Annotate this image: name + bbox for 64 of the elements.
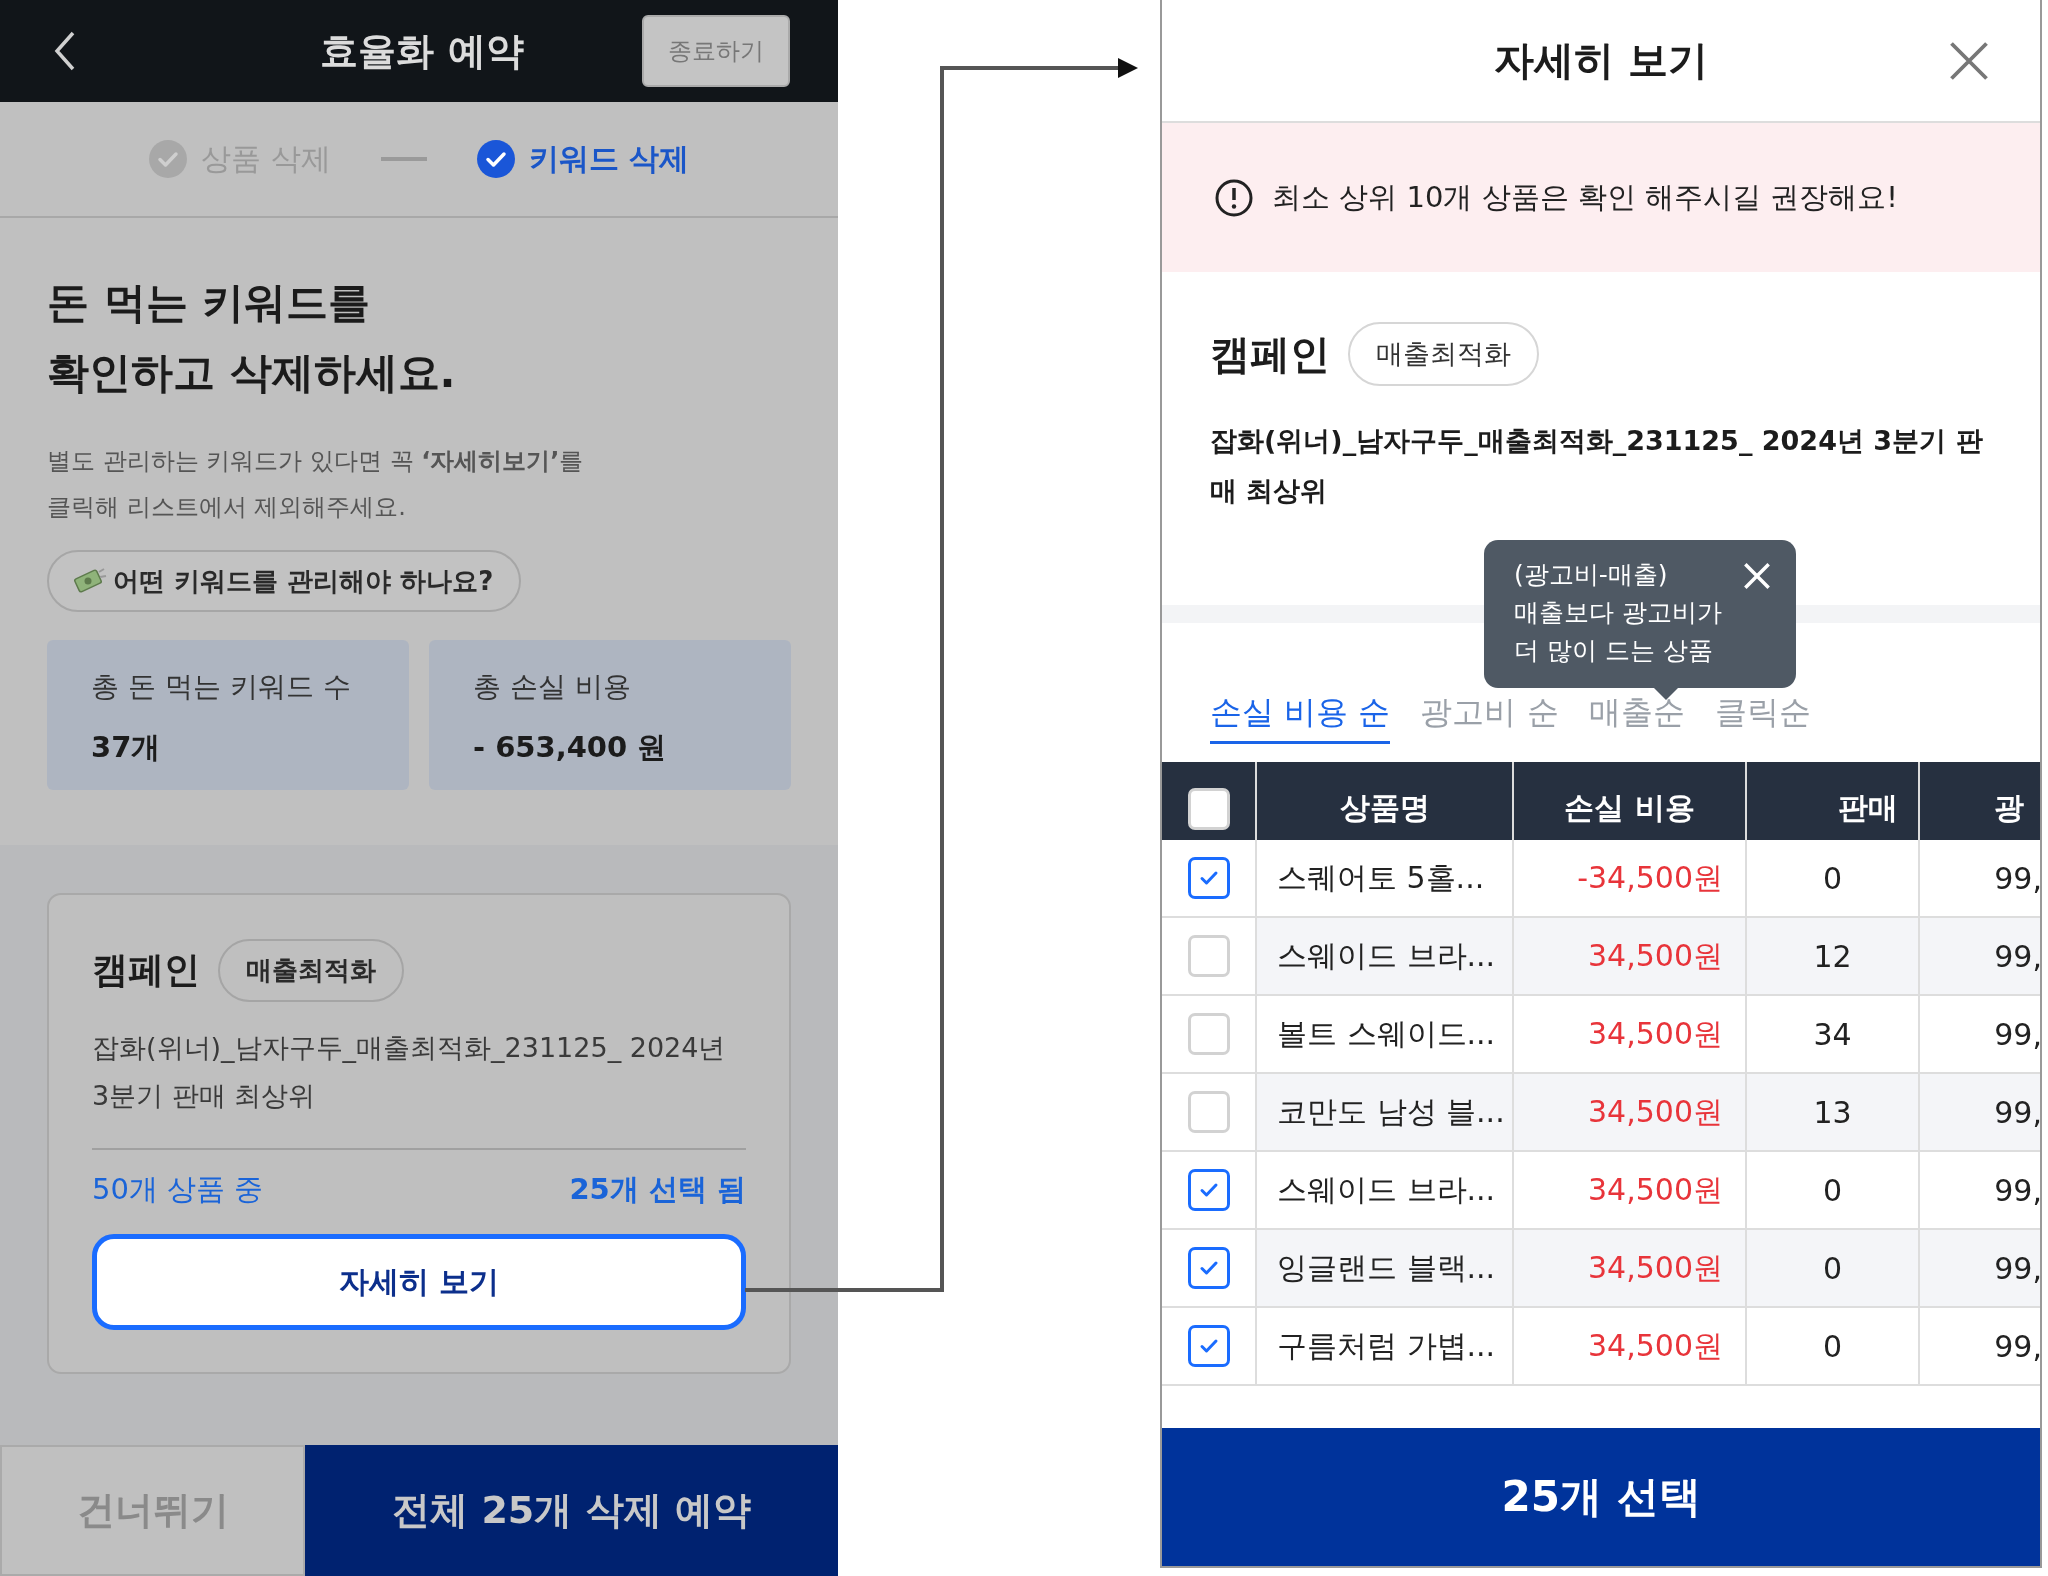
help-button[interactable]: 어떤 키워드를 관리해야 하나요? xyxy=(47,550,522,612)
step-label: 키워드 삭제 xyxy=(528,139,689,178)
row-checkbox[interactable] xyxy=(1187,857,1230,899)
campaign-name: 잡화(위너)_남자구두_매출최적화_231125_ 2024년 3분기 판매 최상위 xyxy=(1210,424,1984,508)
close-icon xyxy=(1948,40,1990,82)
stat-label: 총 손실 비용 xyxy=(473,669,632,705)
table-cell: 0 xyxy=(1747,1152,1920,1230)
table-cell: 13 xyxy=(1747,1074,1920,1152)
table-cell: 34 xyxy=(1747,996,1920,1074)
table-cell: 스웨이드 브라... xyxy=(1257,1152,1514,1230)
close-button[interactable] xyxy=(1948,40,1990,82)
sort-tab[interactable]: 손실 비용 순 xyxy=(1210,691,1391,744)
table-cell: 볼트 스웨이드... xyxy=(1257,996,1514,1074)
table-cell: 0 xyxy=(1747,840,1920,918)
table-cell: 99, xyxy=(1920,840,2040,918)
sort-tab[interactable]: 광고비 순 xyxy=(1420,691,1559,744)
campaign-tag: 매출최적화 xyxy=(1348,322,1539,386)
table-cell: 34,500원 xyxy=(1514,918,1747,996)
confirm-button[interactable]: 전체 25개 삭제 예약 xyxy=(305,1445,838,1576)
description: 별도 관리하는 키워드가 있다면 꼭 ‘자세히보기’를 클릭해 리스트에서 제외해주세요. xyxy=(47,446,585,523)
selected-count: 25개 선택 됨 xyxy=(569,1171,746,1208)
table-cell: 34,500원 xyxy=(1514,1230,1747,1308)
table-cell: 34,500원 xyxy=(1514,1074,1747,1152)
table-cell: 스퀘어토 5홀... xyxy=(1257,840,1514,918)
close-icon xyxy=(1743,562,1771,590)
table-cell: 34,500원 xyxy=(1514,1308,1747,1386)
product-total: 50개 상품 중 xyxy=(92,1171,264,1208)
select-all-checkbox[interactable] xyxy=(1187,787,1230,830)
warning-icon xyxy=(1214,177,1254,218)
table-cell: 99, xyxy=(1920,918,2040,996)
campaign-name: 잡화(위너)_남자구두_매출최적화_231125_ 2024년 3분기 판매 최상위 xyxy=(92,1031,727,1113)
sort-tab[interactable]: 클릭순 xyxy=(1714,691,1811,744)
table-cell: 99, xyxy=(1920,1074,2040,1152)
select-button[interactable]: 25개 선택 xyxy=(1162,1428,2040,1566)
stat-label: 총 돈 먹는 키워드 수 xyxy=(91,669,352,705)
stat-value: - 653,400 원 xyxy=(473,729,668,766)
table-cell: 스웨이드 브라... xyxy=(1257,918,1514,996)
table-cell: 코만도 남성 블... xyxy=(1257,1074,1514,1152)
row-checkbox[interactable] xyxy=(1187,1247,1230,1289)
campaign-tag: 매출최적화 xyxy=(218,939,404,1002)
table-cell: 12 xyxy=(1747,918,1920,996)
back-icon[interactable] xyxy=(54,31,76,71)
heading: 돈 먹는 키워드를 확인하고 삭제하세요. xyxy=(47,277,457,399)
table-cell: 34,500원 xyxy=(1514,1152,1747,1230)
campaign-label: 캠페인 xyxy=(1210,329,1330,379)
tooltip-text: (광고비-매출) 매출보다 광고비가 더 많이 드는 상품 xyxy=(1514,559,1723,667)
table-cell: -34,500원 xyxy=(1514,840,1747,918)
detail-button[interactable]: 자세히 보기 xyxy=(92,1234,746,1330)
table-cell: 34,500원 xyxy=(1514,996,1747,1074)
table-cell: 0 xyxy=(1747,1308,1920,1386)
table-cell: 0 xyxy=(1747,1230,1920,1308)
row-checkbox[interactable] xyxy=(1187,1325,1230,1367)
money-icon xyxy=(73,566,107,596)
tooltip-close-button[interactable] xyxy=(1742,562,1772,592)
screen-title: 효율화 예약 xyxy=(320,27,524,75)
stat-value: 37개 xyxy=(91,729,162,766)
table-cell: 99, xyxy=(1920,1230,2040,1308)
sort-tab[interactable]: 매출순 xyxy=(1588,691,1685,744)
panel-title: 자세히 보기 xyxy=(1494,36,1708,85)
campaign-label: 캠페인 xyxy=(92,948,200,992)
alert-text: 최소 상위 10개 상품은 확인 해주시길 권장해요! xyxy=(1272,178,1898,216)
table-cell: 잉글랜드 블랙... xyxy=(1257,1230,1514,1308)
row-checkbox[interactable] xyxy=(1187,1169,1230,1211)
table-cell: 구름처럼 가볍... xyxy=(1257,1308,1514,1386)
